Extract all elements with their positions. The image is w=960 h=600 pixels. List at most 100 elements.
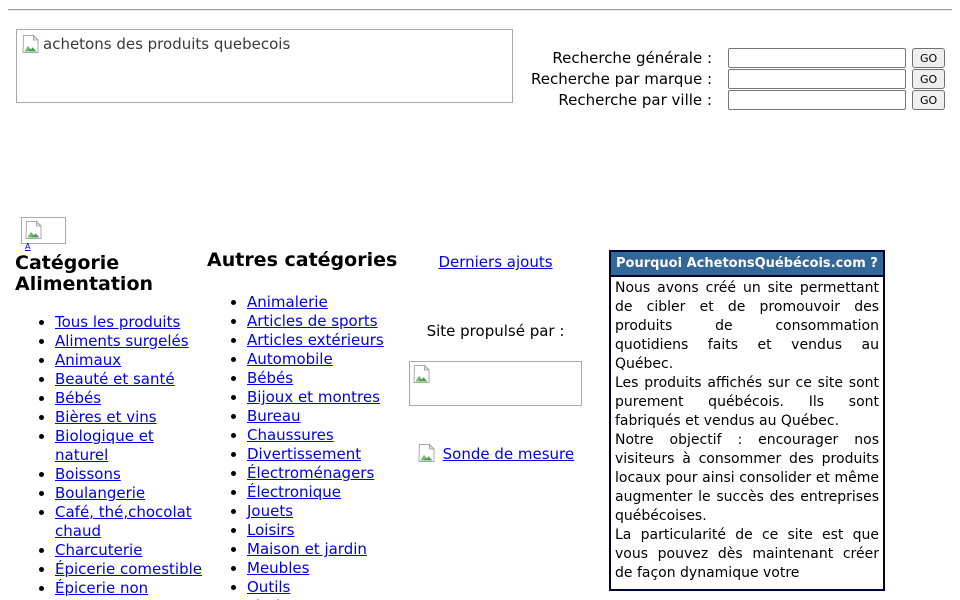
category-link[interactable]: Loisirs (247, 521, 294, 539)
list-item: Jouets (247, 502, 405, 521)
list-item: Loisirs (247, 521, 405, 540)
list-item: Automobile (247, 350, 405, 369)
list-item: Tous les produits (55, 313, 205, 332)
category-link[interactable]: Épicerie comestible (55, 560, 202, 578)
category-link[interactable]: Jouets (247, 502, 293, 520)
other-categories-list: Animalerie Articles de sports Articles e… (207, 293, 405, 600)
list-item: Électronique (247, 483, 405, 502)
category-link[interactable]: Beauté et santé (55, 370, 175, 388)
list-item: Bières et vins (55, 408, 205, 427)
broken-image-icon-slot (21, 34, 41, 58)
category-image[interactable]: A (21, 217, 66, 244)
category-link[interactable]: Bijoux et montres (247, 388, 380, 406)
list-item: Boissons (55, 465, 205, 484)
search-label: Recherche générale : (515, 49, 712, 67)
list-item: Maison et jardin (247, 540, 405, 559)
go-button[interactable]: GO (912, 69, 945, 89)
clipped-alt-fragment: A (25, 243, 30, 251)
list-item: Épicerie comestible (55, 560, 205, 579)
list-item: Aliments surgelés (55, 332, 205, 351)
search-row: Recherche par ville : GO (515, 90, 945, 110)
search-input[interactable] (728, 69, 906, 89)
category-link[interactable]: Électroménagers (247, 464, 374, 482)
list-item: Articles de sports (247, 312, 405, 331)
category-link[interactable]: Automobile (247, 350, 333, 368)
category-link[interactable]: Maison et jardin (247, 540, 367, 558)
list-item: Bébés (55, 389, 205, 408)
go-button[interactable]: GO (912, 48, 945, 68)
why-panel-body: Nous avons créé un site permettant de ci… (611, 277, 883, 589)
column-food-categories: A Catégorie Alimentation Tous les produi… (15, 217, 205, 600)
powered-by-image[interactable] (409, 361, 582, 406)
why-paragraph: La particularité de ce site est que vous… (615, 526, 879, 583)
latest-additions-link[interactable]: Derniers ajouts (438, 253, 552, 271)
category-link[interactable]: Électronique (247, 483, 341, 501)
category-link[interactable]: Articles de sports (247, 312, 378, 330)
list-item: Épicerie non comestible (55, 579, 205, 600)
broken-image-icon (412, 364, 432, 384)
category-link[interactable]: Meubles (247, 559, 309, 577)
list-item: Bébés (247, 369, 405, 388)
category-link[interactable]: Animalerie (247, 293, 328, 311)
top-divider (8, 9, 952, 11)
why-paragraph: Nous avons créé un site permettant de ci… (615, 279, 879, 374)
list-item: Bijoux et montres (247, 388, 405, 407)
category-link[interactable]: Épicerie non comestible (55, 579, 148, 600)
category-link[interactable]: Chaussures (247, 426, 334, 444)
list-item: Animalerie (247, 293, 405, 312)
category-link[interactable]: Articles extérieurs (247, 331, 384, 349)
category-link[interactable]: Café, thé,chocolat chaud (55, 503, 192, 540)
column-other-categories: Autres catégories Animalerie Articles de… (207, 250, 405, 600)
broken-image-icon (21, 34, 41, 54)
list-item: Meubles (247, 559, 405, 578)
list-item: Bureau (247, 407, 405, 426)
list-item: Café, thé,chocolat chaud (55, 503, 205, 541)
category-link[interactable]: Outils (247, 578, 290, 596)
category-link[interactable]: Animaux (55, 351, 121, 369)
broken-image-icon (417, 443, 437, 463)
category-link[interactable]: Bébés (247, 369, 293, 387)
page: achetons des produits quebecois Recherch… (0, 0, 960, 600)
search-label: Recherche par marque : (515, 70, 712, 88)
list-item: Divertissement (247, 445, 405, 464)
list-item: Animaux (55, 351, 205, 370)
list-item: Boulangerie (55, 484, 205, 503)
site-logo-image[interactable]: achetons des produits quebecois (16, 29, 513, 103)
category-link[interactable]: Boissons (55, 465, 121, 483)
search-label: Recherche par ville : (515, 91, 712, 109)
list-item: Charcuterie (55, 541, 205, 560)
list-item: Électroménagers (247, 464, 405, 483)
list-item: Beauté et santé (55, 370, 205, 389)
list-item: Outils (247, 578, 405, 597)
food-categories-list: Tous les produits Aliments surgelés Anim… (15, 313, 205, 600)
powered-by-label: Site propulsé par : (408, 322, 583, 341)
why-panel: Pourquoi AchetonsQuébécois.com ? Nous av… (609, 250, 885, 591)
food-categories-title: Catégorie Alimentation (15, 253, 205, 295)
category-link[interactable]: Aliments surgelés (55, 332, 189, 350)
search-input[interactable] (728, 90, 906, 110)
category-link[interactable]: Charcuterie (55, 541, 142, 559)
category-link[interactable]: Biologique et naturel (55, 427, 154, 464)
search-row: Recherche par marque : GO (515, 69, 945, 89)
category-link[interactable]: Divertissement (247, 445, 361, 463)
why-panel-title: Pourquoi AchetonsQuébécois.com ? (611, 252, 883, 277)
broken-image-icon (24, 220, 44, 240)
list-item: Articles extérieurs (247, 331, 405, 350)
logo-alt-text: achetons des produits quebecois (43, 34, 290, 54)
why-paragraph: Notre objectif : encourager nos visiteur… (615, 431, 879, 526)
category-link[interactable]: Tous les produits (55, 313, 180, 331)
search-input[interactable] (728, 48, 906, 68)
search-block: Recherche générale : GO Recherche par ma… (515, 48, 945, 111)
broken-image-icon-slot (417, 445, 443, 463)
go-button[interactable]: GO (912, 90, 945, 110)
category-link[interactable]: Boulangerie (55, 484, 145, 502)
category-link[interactable]: Bébés (55, 389, 101, 407)
column-middle: Derniers ajouts Site propulsé par : Sond… (408, 250, 583, 464)
list-item: Chaussures (247, 426, 405, 445)
category-link[interactable]: Bières et vins (55, 408, 157, 426)
list-item: Biologique et naturel (55, 427, 205, 465)
category-link[interactable]: Bureau (247, 407, 301, 425)
sonde-de-mesure-link[interactable]: Sonde de mesure (443, 445, 574, 463)
search-row: Recherche générale : GO (515, 48, 945, 68)
why-paragraph: Les produits affichés sur ce site sont p… (615, 374, 879, 431)
